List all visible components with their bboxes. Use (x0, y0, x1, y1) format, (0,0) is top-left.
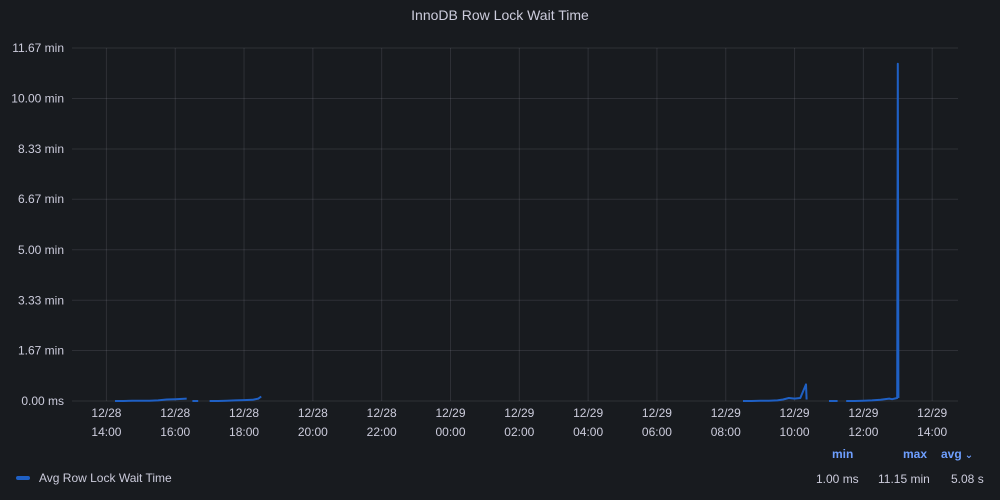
legend-swatch (16, 476, 30, 480)
chart-grid (72, 47, 958, 402)
legend-column-avg-label: avg (941, 447, 962, 461)
time-series-chart[interactable]: 0.00 ms 1.67 min 3.33 min 5.00 min 6.67 min 8… (0, 0, 1000, 450)
y-tick-label: 1.67 min (18, 343, 64, 357)
legend-column-min[interactable]: min (832, 447, 853, 461)
x-tick-time-label: 00:00 (435, 425, 465, 439)
x-tick-time-label: 02:00 (504, 425, 534, 439)
y-tick-label: 5.00 min (18, 243, 64, 257)
x-tick-date-label: 12/29 (711, 406, 741, 420)
x-tick-date-label: 12/29 (573, 406, 603, 420)
x-tick-date-label: 12/29 (642, 406, 672, 420)
x-tick-date-label: 12/29 (435, 406, 465, 420)
y-tick-label: 11.67 min (12, 41, 64, 55)
x-tick-time-label: 08:00 (711, 425, 741, 439)
series-line-segment (743, 383, 808, 402)
y-tick-label: 6.67 min (18, 192, 64, 206)
legend-value-min: 1.00 ms (816, 472, 859, 486)
x-tick-date-label: 12/29 (504, 406, 534, 420)
y-tick-label: 0.00 ms (21, 394, 64, 408)
x-tick-time-label: 12:00 (848, 425, 878, 439)
x-tick-date-label: 12/29 (917, 406, 947, 420)
legend-column-avg[interactable]: avg ⌄ (941, 447, 973, 461)
x-tick-time-label: 04:00 (573, 425, 603, 439)
x-tick-date-label: 12/28 (160, 406, 190, 420)
y-tick-label: 3.33 min (18, 293, 64, 307)
x-axis-ticks: 12/28 14:00 12/28 16:00 12/28 18:00 12/28 20:00… (91, 406, 947, 439)
legend-label: Avg Row Lock Wait Time (39, 471, 172, 485)
x-tick-time-label: 14:00 (91, 425, 121, 439)
series-line-segment (209, 395, 262, 402)
legend-value-max: 11.15 min (878, 472, 930, 486)
x-tick-time-label: 10:00 (780, 425, 810, 439)
y-axis-ticks: 0.00 ms 1.67 min 3.33 min 5.00 min 6.67 min 8… (11, 41, 64, 408)
x-tick-date-label: 12/28 (298, 406, 328, 420)
legend-item[interactable]: Avg Row Lock Wait Time (16, 471, 172, 485)
x-tick-time-label: 20:00 (298, 425, 328, 439)
y-tick-label: 8.33 min (18, 142, 64, 156)
legend-column-max[interactable]: max (903, 447, 927, 461)
x-tick-date-label: 12/29 (848, 406, 878, 420)
chevron-down-icon: ⌄ (964, 450, 974, 461)
x-tick-date-label: 12/29 (780, 406, 810, 420)
x-tick-time-label: 14:00 (917, 425, 947, 439)
legend-value-avg: 5.08 s (951, 472, 984, 486)
x-tick-time-label: 18:00 (229, 425, 259, 439)
x-tick-date-label: 12/28 (229, 406, 259, 420)
x-tick-time-label: 22:00 (367, 425, 397, 439)
x-tick-date-label: 12/28 (91, 406, 121, 420)
y-tick-label: 10.00 min (11, 92, 64, 106)
x-tick-date-label: 12/28 (367, 406, 397, 420)
x-tick-time-label: 06:00 (642, 425, 672, 439)
x-tick-time-label: 16:00 (160, 425, 190, 439)
